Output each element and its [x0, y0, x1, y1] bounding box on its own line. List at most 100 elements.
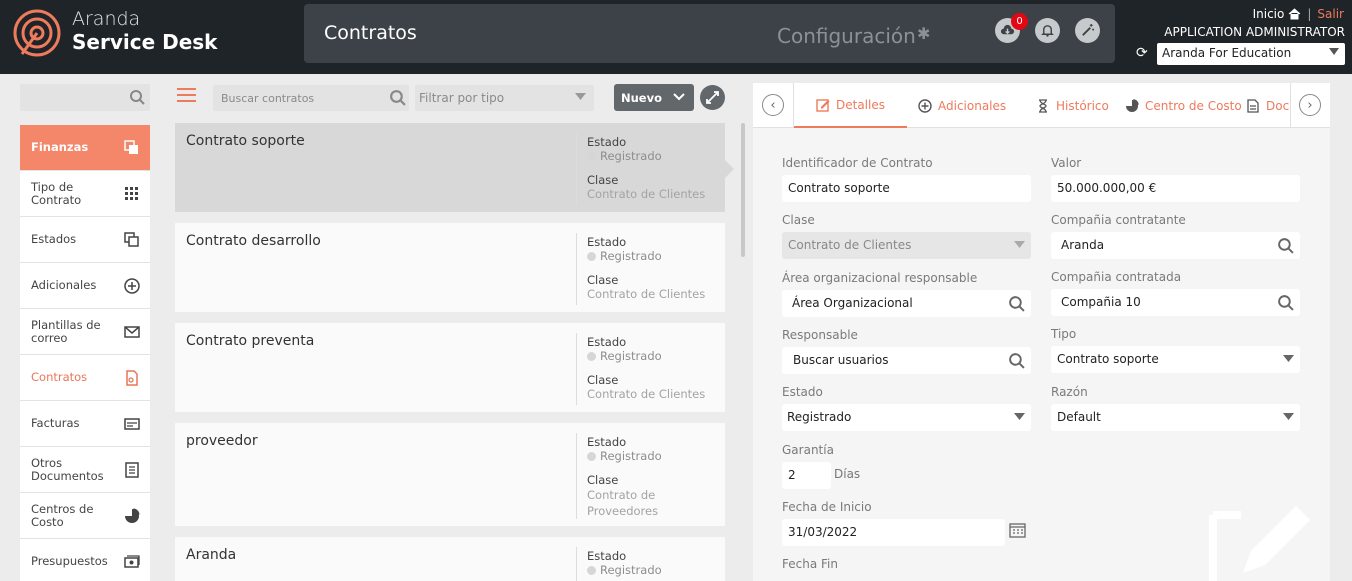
search-icon[interactable]	[1277, 294, 1294, 311]
estado-value: Registrado	[587, 349, 716, 363]
salir-link[interactable]: Salir	[1317, 7, 1344, 21]
notifications-button[interactable]	[1035, 18, 1060, 43]
clase-label: Clase	[587, 373, 619, 387]
caret-down-icon	[1283, 413, 1294, 420]
tab-centro-de-costo[interactable]: Centro de Costo	[1125, 83, 1242, 128]
gear-icon[interactable]: ✱	[917, 24, 930, 43]
copy-icon	[124, 140, 138, 154]
valor-input[interactable]: 50.000.000,00 €	[1051, 175, 1300, 202]
money-icon	[124, 555, 140, 568]
tab-adicionales[interactable]: Adicionales	[918, 83, 1006, 128]
chevron-left-icon[interactable]: ‹	[762, 94, 784, 116]
project-value: Aranda For Education	[1162, 46, 1292, 60]
list-item[interactable]: proveedor Estado Registrado Clase Contra…	[175, 423, 725, 526]
refresh-icon[interactable]: ⟳	[1136, 45, 1148, 61]
page-title: Contratos	[324, 22, 417, 44]
magic-wand-icon	[1082, 23, 1095, 36]
compania-contratada-input[interactable]: Compañia 10	[1051, 289, 1300, 316]
area-input[interactable]: Área Organizacional	[782, 290, 1031, 317]
expand-button[interactable]	[700, 85, 725, 110]
estado-value: Registrado	[787, 410, 852, 424]
search-icon[interactable]	[1008, 352, 1025, 369]
list-scrollbar[interactable]	[741, 123, 745, 257]
sidebar-item-finanzas[interactable]: Finanzas	[20, 125, 150, 171]
search-icon[interactable]	[1008, 295, 1025, 312]
hamburger-menu-icon[interactable]	[177, 88, 196, 103]
new-contract-button[interactable]: Nuevo	[614, 84, 694, 111]
contract-search-input[interactable]: Buscar contratos	[213, 85, 409, 111]
area-value: Área Organizacional	[792, 296, 913, 310]
fecha-fin-label: Fecha Fin	[782, 557, 838, 571]
estado-label: Estado	[587, 549, 627, 563]
chevron-right-icon[interactable]: ›	[1299, 94, 1321, 116]
notification-badge: 0	[1011, 13, 1028, 30]
list-item[interactable]: Contrato preventa Estado Registrado Clas…	[175, 323, 725, 412]
sidebar-item-estados[interactable]: Estados	[20, 217, 150, 263]
sidebar-item-label: Contratos	[31, 370, 88, 384]
home-icon[interactable]	[1288, 8, 1301, 20]
sidebar-item-label: Plantillas de correo	[31, 317, 101, 345]
search-icon[interactable]	[129, 89, 145, 105]
status-dot-icon	[587, 351, 596, 361]
estado-label: Estado	[587, 335, 627, 349]
tab-documentos[interactable]: Doc	[1246, 83, 1290, 128]
new-button-label: Nuevo	[621, 91, 663, 105]
tab-historico[interactable]: Histórico	[1036, 83, 1109, 128]
sidebar-item-label: Presupuestos	[31, 554, 108, 568]
estado-select[interactable]: Registrado	[782, 404, 1031, 431]
identificador-input[interactable]: Contrato soporte	[782, 175, 1031, 202]
edit-watermark-icon	[1209, 506, 1310, 581]
tab-detalles[interactable]: Detalles	[794, 83, 907, 128]
sidebar-item-contratos[interactable]: Contratos	[20, 355, 150, 401]
sidebar-search-input[interactable]	[20, 84, 150, 111]
magic-wand-button[interactable]	[1075, 18, 1100, 43]
search-icon[interactable]	[1277, 237, 1294, 254]
tipo-value: Contrato soporte	[1057, 352, 1159, 366]
list-item[interactable]: Contrato desarrollo Estado Registrado Cl…	[175, 223, 725, 312]
sidebar-item-tipo-de-contrato[interactable]: Tipo de Contrato	[20, 171, 150, 217]
valor-label: Valor	[1051, 156, 1082, 170]
inicio-link[interactable]: Inicio	[1253, 7, 1285, 21]
estado-value: Registrado	[587, 249, 716, 263]
sidebar-item-label: Estados	[31, 232, 77, 246]
brand-line1: Aranda	[72, 8, 141, 30]
list-item[interactable]: Aranda Estado Registrado	[175, 537, 725, 581]
tab-label: Centro de Costo	[1145, 98, 1242, 113]
contract-name: proveedor	[186, 433, 258, 449]
hourglass-icon	[1039, 98, 1047, 113]
responsable-input[interactable]: Buscar usuarios	[782, 347, 1031, 374]
project-select[interactable]: Aranda For Education	[1157, 43, 1345, 65]
contract-meta: Estado Registrado Clase Contrato de Clie…	[576, 133, 716, 205]
tab-label: Doc	[1266, 98, 1290, 113]
brand-name: Aranda Service Desk	[72, 8, 217, 54]
estado-value: Registrado	[587, 449, 716, 463]
sidebar-item-otros-documentos[interactable]: Otros Documentos	[20, 447, 150, 493]
list-item[interactable]: Contrato soporte Estado Registrado Clase…	[175, 123, 725, 212]
clase-value: Contrato de Clientes	[788, 238, 912, 252]
sidebar-item-presupuestos[interactable]: Presupuestos	[20, 539, 150, 581]
fecha-inicio-input[interactable]: 31/03/2022	[782, 519, 1005, 546]
calendar-icon[interactable]	[1009, 523, 1026, 538]
sidebar-item-adicionales[interactable]: Adicionales	[20, 263, 150, 309]
compania-contratante-input[interactable]: Aranda	[1051, 232, 1300, 259]
sidebar-item-facturas[interactable]: Facturas	[20, 401, 150, 447]
garantia-input[interactable]: 2	[782, 462, 831, 489]
sidebar-item-centros-de-costo[interactable]: Centros de Costo	[20, 493, 150, 539]
plus-circle-icon	[124, 278, 140, 294]
razon-select[interactable]: Default	[1051, 404, 1300, 431]
document-icon	[125, 462, 139, 478]
detail-panel: ‹ Detalles Adicionales Histórico Centro …	[753, 83, 1330, 581]
sidebar-item-plantillas-de-correo[interactable]: Plantillas de correo	[20, 309, 150, 355]
type-filter-select[interactable]: Filtrar por tipo	[415, 85, 594, 111]
tipo-select[interactable]: Contrato soporte	[1051, 346, 1300, 373]
title-panel: Contratos Configuración ✱	[304, 4, 1115, 63]
identificador-label: Identificador de Contrato	[782, 156, 933, 170]
compania-contratante-value: Aranda	[1061, 238, 1105, 252]
estado-text: Registrado	[600, 449, 662, 463]
tab-label: Detalles	[836, 97, 885, 112]
estado-text: Registrado	[600, 149, 662, 163]
clase-value: Contrato de Clientes	[587, 387, 706, 401]
clase-value: Contrato de Clientes	[587, 287, 706, 301]
configuration-link[interactable]: Configuración	[777, 24, 916, 48]
search-icon[interactable]	[389, 89, 406, 106]
